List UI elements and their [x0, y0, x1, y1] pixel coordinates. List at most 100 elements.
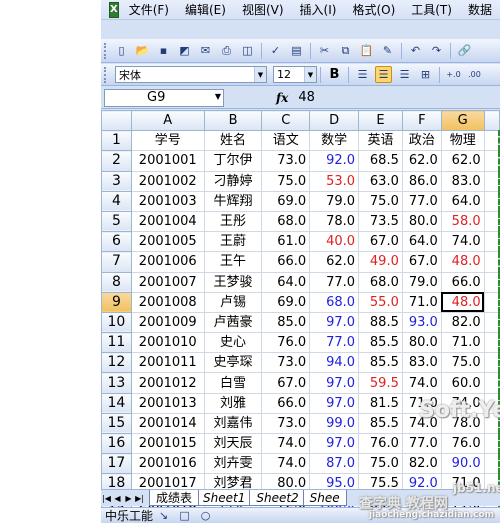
copy-icon[interactable]: ⧉ — [337, 42, 354, 59]
grid-cell[interactable]: 99.0 — [309, 412, 360, 435]
column-header[interactable]: B — [203, 109, 263, 132]
grid-cell[interactable]: 74.0 — [261, 453, 311, 475]
grid-cell[interactable]: 60.0 — [440, 372, 485, 394]
grid-cell[interactable]: 85.5 — [358, 412, 403, 435]
grid-cell[interactable]: 73.0 — [261, 412, 311, 435]
grid-cell[interactable]: 语文 — [261, 130, 311, 152]
grid-cell[interactable]: 76.0 — [358, 432, 403, 455]
permission-icon[interactable]: ◩ — [176, 42, 193, 59]
sheet-tab[interactable]: Sheet1 — [196, 490, 253, 506]
grid-cell[interactable]: 58.0 — [440, 210, 485, 233]
grid-cell[interactable]: 76.0 — [440, 432, 485, 455]
spelling-icon[interactable]: ✓ — [267, 42, 284, 59]
grid-cell[interactable]: 81.5 — [358, 392, 403, 414]
grid-cell[interactable]: 2001007 — [130, 271, 205, 293]
grid-cell-partial[interactable] — [483, 352, 500, 374]
grid-cell[interactable]: 82.0 — [401, 453, 442, 475]
grid-cell[interactable]: 68.5 — [358, 150, 403, 172]
row-header[interactable]: 16 — [101, 432, 132, 455]
grid-cell[interactable]: 63.0 — [358, 170, 403, 192]
align-center-icon[interactable]: ☰ — [375, 66, 392, 83]
grid-cell[interactable]: 61.0 — [261, 231, 311, 253]
column-header-selected[interactable]: G — [440, 109, 485, 132]
font-size-select[interactable]: 12 ▼ — [273, 66, 317, 83]
grid-cell[interactable]: 48.0 — [440, 251, 485, 273]
grid-cell[interactable]: 数学 — [309, 130, 360, 152]
name-box[interactable]: G9 ▼ — [104, 88, 224, 107]
grid-cell[interactable]: 史心 — [203, 332, 263, 354]
grid-cell[interactable]: 67.0 — [401, 251, 442, 273]
hyperlink-icon[interactable]: 🔗 — [456, 42, 473, 59]
row-header[interactable]: 3 — [101, 170, 132, 192]
grid-cell[interactable]: 85.5 — [358, 332, 403, 354]
grid-cell[interactable]: 75.0 — [440, 352, 485, 374]
grid-cell[interactable]: 74.0 — [401, 412, 442, 435]
grid-cell[interactable]: 49.0 — [358, 251, 403, 273]
menu-format[interactable]: 格式(O) — [352, 1, 395, 18]
grid-cell[interactable]: 62.0 — [309, 251, 360, 273]
grid-cell[interactable]: 2001009 — [130, 311, 205, 334]
grid-cell[interactable]: 2001005 — [130, 231, 205, 253]
grid-cell[interactable]: 2001004 — [130, 210, 205, 233]
grid-cell[interactable]: 90.0 — [440, 453, 485, 475]
grid-cell-partial[interactable] — [483, 392, 500, 414]
grid-cell[interactable]: 67.0 — [358, 231, 403, 253]
row-header[interactable]: 6 — [101, 231, 132, 253]
grid-cell[interactable]: 2001003 — [130, 190, 205, 212]
grid-cell[interactable]: 97.0 — [309, 432, 360, 455]
arrow-icon[interactable]: ↘ — [155, 507, 172, 523]
grid-cell[interactable]: 刘天辰 — [203, 432, 263, 455]
grid-cell[interactable]: 卢锡 — [203, 291, 263, 313]
grid-cell[interactable]: 刘雅 — [203, 392, 263, 414]
grid-cell[interactable]: 78.0 — [440, 412, 485, 435]
row-header-selected[interactable]: 9 — [101, 291, 132, 313]
format-painter-icon[interactable]: ✎ — [379, 42, 396, 59]
grid-cell[interactable]: 74.0 — [401, 372, 442, 394]
email-icon[interactable]: ✉ — [197, 42, 214, 59]
grid-cell-partial[interactable] — [483, 210, 500, 233]
new-icon[interactable]: ▯ — [113, 42, 130, 59]
column-header[interactable]: A — [130, 109, 205, 132]
grid-cell[interactable]: 王梦骏 — [203, 271, 263, 293]
drawbar-label[interactable]: 中乐工能 — [105, 507, 153, 523]
column-header[interactable]: F — [401, 109, 442, 132]
grid-cell[interactable]: 75.0 — [261, 170, 311, 192]
grid-cell[interactable]: 80.0 — [401, 332, 442, 354]
grid-cell[interactable]: 2001013 — [130, 392, 205, 414]
font-name-select[interactable]: 宋体 ▼ — [115, 66, 267, 83]
row-header[interactable]: 2 — [101, 150, 132, 172]
grid-cell-partial[interactable] — [483, 332, 500, 354]
grid-cell[interactable]: 79.0 — [309, 190, 360, 212]
increase-decimal-icon[interactable]: +.0 — [445, 66, 462, 83]
grid-cell[interactable]: 40.0 — [309, 231, 360, 253]
grid-cell[interactable]: 74.0 — [261, 432, 311, 455]
grid-cell[interactable]: 87.0 — [309, 453, 360, 475]
prev-sheet-icon[interactable]: ◀ — [112, 491, 123, 506]
grid-cell[interactable]: 68.0 — [309, 291, 360, 313]
grid-cell[interactable]: 王午 — [203, 251, 263, 273]
grid-cell[interactable]: 2001001 — [130, 150, 205, 172]
chevron-down-icon[interactable]: ▼ — [304, 67, 316, 82]
grid-cell-partial[interactable] — [483, 372, 500, 394]
sheet-tab[interactable]: Shee — [302, 490, 347, 506]
grid-cell[interactable]: 64.0 — [261, 271, 311, 293]
grid-cell[interactable]: 75.0 — [358, 453, 403, 475]
grid-cell[interactable]: 97.0 — [309, 311, 360, 334]
grid-cell[interactable]: 政治 — [401, 130, 442, 152]
grid-cell[interactable]: 86.0 — [401, 170, 442, 192]
grid-cell[interactable]: 53.0 — [309, 170, 360, 192]
grid-cell[interactable]: 刘卉雯 — [203, 453, 263, 475]
next-sheet-icon[interactable]: ▶ — [123, 491, 134, 506]
grid-cell[interactable]: 83.0 — [401, 352, 442, 374]
menu-tools[interactable]: 工具(T) — [411, 1, 452, 18]
grid-cell[interactable]: 2001011 — [130, 352, 205, 374]
grid-cell[interactable]: 62.0 — [440, 150, 485, 172]
row-header[interactable]: 13 — [101, 372, 132, 394]
grid-cell[interactable]: 66.0 — [261, 392, 311, 414]
grid-cell-partial[interactable] — [483, 190, 500, 212]
column-header[interactable]: C — [261, 109, 311, 132]
row-header[interactable]: 15 — [101, 412, 132, 435]
grid-cell[interactable]: 64.0 — [440, 190, 485, 212]
grid-cell[interactable]: 牛辉翔 — [203, 190, 263, 212]
menu-file[interactable]: 文件(F) — [129, 1, 169, 18]
